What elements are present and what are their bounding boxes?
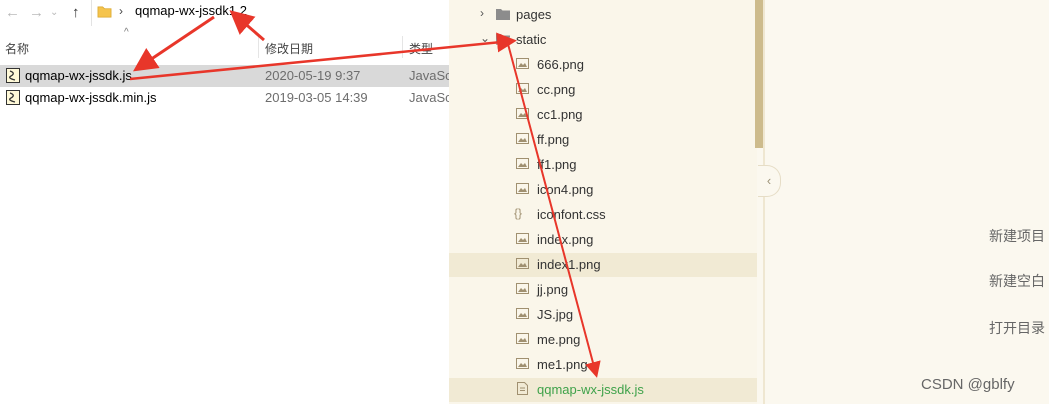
tree-file[interactable]: JS.jpg: [449, 303, 757, 327]
collapse-sidebar-chevron-icon[interactable]: ‹: [758, 165, 781, 197]
tree-file-hovered[interactable]: index1.png: [449, 253, 757, 277]
tree-file[interactable]: cc.png: [449, 78, 757, 102]
file-row[interactable]: qqmap-wx-jssdk.js 2020-05-19 9:37 JavaSc…: [0, 65, 449, 87]
image-file-icon: [516, 133, 529, 144]
sort-ascending-icon: ^: [124, 27, 129, 38]
tree-item-label: pages: [516, 7, 552, 22]
tree-item-label: index.png: [537, 232, 594, 247]
explorer-nav-bar: ← → ⌄ ↑ › qqmap-wx-jssdk1.2: [0, 0, 449, 26]
tree-file-new-js[interactable]: qqmap-wx-jssdk.js: [449, 378, 757, 402]
image-file-icon: [516, 58, 529, 69]
open-directory-link[interactable]: 打开目录: [989, 318, 1045, 338]
image-file-icon: [516, 83, 529, 94]
csdn-watermark: CSDN @gblfy: [921, 376, 1015, 393]
file-type: JavaScript: [409, 68, 449, 83]
file-name: qqmap-wx-jssdk.min.js: [25, 90, 157, 105]
folder-icon: [496, 9, 510, 20]
tree-file[interactable]: icon4.png: [449, 178, 757, 202]
tree-item-label: me.png: [537, 332, 581, 347]
breadcrumb-chevron-icon[interactable]: ›: [119, 4, 123, 18]
tree-scrollbar[interactable]: [755, 0, 763, 148]
tree-file[interactable]: me.png: [449, 328, 757, 352]
column-divider[interactable]: [258, 36, 259, 58]
tree-item-label: iconfont.css: [537, 207, 606, 222]
tree-file[interactable]: jj.png: [449, 278, 757, 302]
tree-file[interactable]: ff.png: [449, 128, 757, 152]
file-date: 2019-03-05 14:39: [265, 90, 368, 105]
column-header-bar: 名称 修改日期 类型: [0, 38, 449, 58]
new-project-link[interactable]: 新建项目: [989, 226, 1045, 246]
chevron-right-icon[interactable]: ›: [480, 6, 484, 20]
chevron-down-icon[interactable]: ⌄: [480, 31, 490, 45]
tree-file[interactable]: ff1.png: [449, 153, 757, 177]
tree-item-label: me1.png: [537, 357, 588, 372]
tree-item-label: ff.png: [537, 132, 570, 147]
tree-folder-pages[interactable]: › pages: [449, 3, 757, 27]
tree-folder-static[interactable]: ⌄ static: [449, 28, 757, 52]
tree-file[interactable]: 666.png: [449, 53, 757, 77]
tree-file[interactable]: index.png: [449, 228, 757, 252]
tree-item-label: 666.png: [537, 57, 584, 72]
file-type: JavaScript: [409, 90, 449, 105]
tree-item-label: jj.png: [537, 282, 569, 297]
tree-file[interactable]: {} iconfont.css: [449, 203, 757, 227]
ide-window: › pages ⌄ static 666.png cc.png cc1.png …: [449, 0, 1049, 404]
image-file-icon: [516, 358, 529, 369]
tree-item-label: JS.jpg: [537, 307, 574, 322]
column-date-header[interactable]: 修改日期: [265, 40, 313, 57]
up-arrow-icon[interactable]: ↑: [72, 4, 80, 21]
tree-item-label: static: [516, 32, 547, 47]
tree-item-label: qqmap-wx-jssdk.js: [537, 382, 644, 397]
tree-item-label: cc.png: [537, 82, 576, 97]
js-file-icon: [6, 90, 20, 105]
js-file-icon: [517, 382, 528, 395]
image-file-icon: [516, 258, 529, 269]
tree-item-label: ff1.png: [537, 157, 577, 172]
forward-arrow-icon[interactable]: →: [29, 4, 44, 21]
folder-open-icon: [496, 34, 510, 45]
column-type-header[interactable]: 类型: [409, 40, 433, 57]
file-explorer-window: ← → ⌄ ↑ › qqmap-wx-jssdk1.2 ^ 名称 修改日期 类型…: [0, 0, 449, 404]
back-arrow-icon[interactable]: ←: [5, 4, 20, 21]
tree-file[interactable]: cc1.png: [449, 103, 757, 127]
file-row[interactable]: qqmap-wx-jssdk.min.js 2019-03-05 14:39 J…: [0, 87, 449, 109]
file-name: qqmap-wx-jssdk.js: [25, 68, 132, 83]
image-file-icon: [516, 283, 529, 294]
tree-item-label: icon4.png: [537, 182, 594, 197]
image-file-icon: [516, 308, 529, 319]
file-date: 2020-05-19 9:37: [265, 68, 361, 83]
address-bar-divider: [91, 0, 92, 26]
image-file-icon: [516, 158, 529, 169]
column-name-header[interactable]: 名称: [5, 40, 29, 57]
tree-file[interactable]: me1.png: [449, 353, 757, 377]
recent-locations-chevron-icon[interactable]: ⌄: [50, 7, 58, 18]
project-tree: › pages ⌄ static 666.png cc.png cc1.png …: [449, 0, 757, 404]
new-blank-file-link[interactable]: 新建空白: [989, 271, 1045, 291]
folder-icon: [97, 6, 112, 18]
tree-item-label: cc1.png: [537, 107, 583, 122]
tree-item-label: index1.png: [537, 257, 601, 272]
image-file-icon: [516, 233, 529, 244]
image-file-icon: [516, 333, 529, 344]
image-file-icon: [516, 108, 529, 119]
css-braces-icon: {}: [514, 206, 523, 220]
breadcrumb-folder[interactable]: qqmap-wx-jssdk1.2: [135, 3, 247, 18]
js-file-icon: [6, 68, 20, 83]
image-file-icon: [516, 183, 529, 194]
column-divider[interactable]: [402, 36, 403, 58]
panel-splitter[interactable]: [763, 0, 765, 404]
